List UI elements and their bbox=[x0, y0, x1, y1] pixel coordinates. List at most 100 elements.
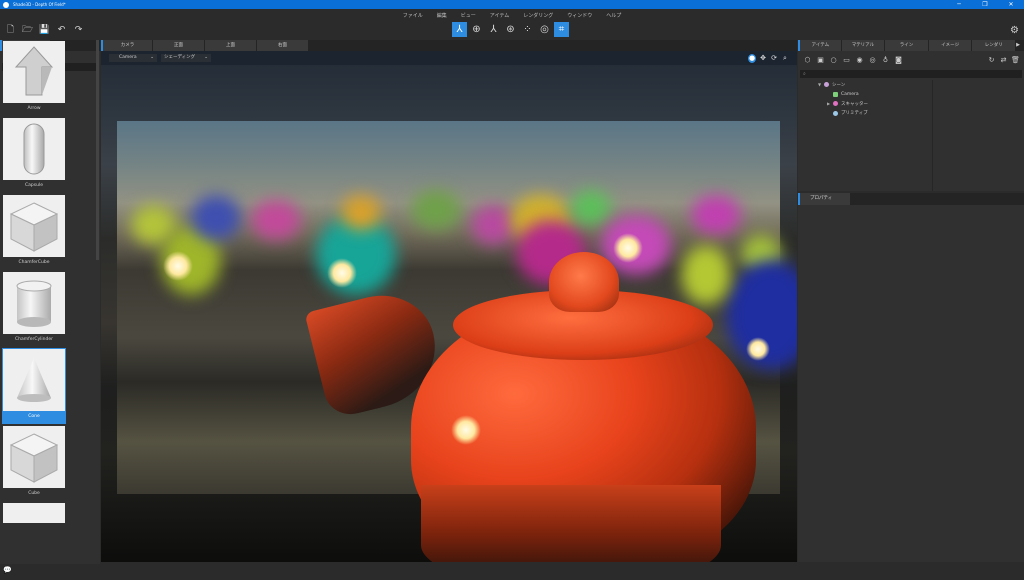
maximize-button[interactable]: ❐ bbox=[972, 0, 998, 9]
add-bulb-icon[interactable]: ♁ bbox=[881, 56, 890, 64]
asset-list: Arrow Capsule ChamferCube ChamferCylinde… bbox=[2, 41, 66, 580]
object-tool-icon[interactable]: ⁘ bbox=[520, 22, 535, 37]
new-file-icon[interactable]: 🗋 bbox=[5, 24, 16, 35]
render-toggle-icon[interactable]: ● bbox=[748, 54, 756, 63]
close-button[interactable]: ✕ bbox=[998, 0, 1024, 9]
main-toolbar: 🗋 🗁 💾 ↶ ↷ ⅄ ⊕ ⅄ ⊛ ⁘ ◎ ⌗ ⚙ bbox=[0, 21, 1024, 40]
add-shape-icon[interactable]: ◎ bbox=[868, 56, 877, 64]
primitive-icon bbox=[833, 110, 838, 116]
light-highlight bbox=[327, 258, 357, 288]
asset-thumbnail bbox=[3, 503, 65, 523]
asset-arrow[interactable]: Arrow bbox=[2, 41, 66, 118]
tab-top[interactable]: 上面 bbox=[205, 40, 256, 51]
asset-label: Capsule bbox=[25, 183, 43, 188]
camera-icon bbox=[833, 91, 838, 97]
tree-item-label: プリミティブ bbox=[841, 111, 868, 117]
tab-right[interactable]: 右面 bbox=[257, 40, 308, 51]
tab-rendering[interactable]: レンダリ bbox=[972, 40, 1016, 51]
bokeh-blob bbox=[691, 195, 741, 235]
properties-tab-bar: プロパティ bbox=[798, 193, 1024, 205]
tree-item-scene[interactable]: ▼ シーン bbox=[798, 80, 932, 90]
camera-dropdown-label: Camera bbox=[119, 55, 137, 60]
tree-item-camera[interactable]: Camera bbox=[798, 90, 932, 100]
item-browser: ⬡ ▣ ○ ▭ ◉ ◎ ♁ ◙ ↻ ⇄ 🗑 ⌕ ▼ シーン Camera ▶ ス… bbox=[798, 51, 1024, 191]
tree-item-label: スキャッター bbox=[841, 101, 868, 107]
asset-thumbnail bbox=[3, 272, 65, 334]
menu-item[interactable]: アイテム bbox=[490, 12, 510, 19]
item-search-input[interactable]: ⌕ bbox=[800, 70, 1022, 78]
shading-dropdown[interactable]: シェーディング ⌄ bbox=[161, 54, 211, 62]
menu-rendering[interactable]: レンダリング bbox=[523, 12, 553, 19]
tab-scroll-right-icon[interactable]: ▶ bbox=[1016, 40, 1024, 51]
asset-capsule[interactable]: Capsule bbox=[2, 118, 66, 195]
tree-item-label: Camera bbox=[841, 91, 859, 97]
add-camera-icon[interactable]: ◙ bbox=[894, 56, 903, 64]
tab-item[interactable]: アイテム bbox=[798, 40, 841, 51]
viewport-toolbar: Camera ⌄ シェーディング ⌄ ● ✥ ⟳ ⌕ bbox=[101, 51, 797, 65]
tab-line[interactable]: ライン bbox=[885, 40, 928, 51]
viewport-tabs: カメラ 正面 上面 右面 bbox=[101, 40, 797, 51]
refresh-icon[interactable]: ↻ bbox=[987, 56, 996, 64]
light-highlight bbox=[163, 251, 193, 281]
add-folder-icon[interactable]: ▭ bbox=[842, 56, 851, 64]
orbit-icon[interactable]: ⟳ bbox=[770, 54, 778, 63]
bokeh-blob bbox=[571, 190, 611, 225]
light-highlight bbox=[613, 233, 643, 263]
render-region-icon[interactable]: ◎ bbox=[537, 22, 552, 37]
add-light-icon[interactable]: ◉ bbox=[855, 56, 864, 64]
scene-tree: ▼ シーン Camera ▶ スキャッター プリミティブ bbox=[798, 80, 933, 191]
redo-icon[interactable]: ↷ bbox=[73, 24, 84, 35]
asset-thumbnail bbox=[3, 41, 65, 103]
scene-tool-icon[interactable]: ⊛ bbox=[503, 22, 518, 37]
teapot-knob bbox=[549, 252, 619, 312]
tree-item-scatter[interactable]: ▶ スキャッター bbox=[798, 99, 932, 109]
bokeh-blob bbox=[191, 195, 241, 240]
app-logo-icon bbox=[3, 1, 9, 8]
menu-help[interactable]: ヘルプ bbox=[606, 12, 621, 19]
asset-label: Cone bbox=[2, 411, 66, 424]
minimize-button[interactable]: ─ bbox=[946, 0, 972, 9]
tab-camera[interactable]: カメラ bbox=[101, 40, 152, 51]
camera-dropdown[interactable]: Camera ⌄ bbox=[109, 54, 157, 62]
tab-material[interactable]: マテリアル bbox=[841, 40, 885, 51]
asset-scrollbar[interactable] bbox=[96, 40, 99, 260]
asset-cone[interactable]: Cone bbox=[2, 348, 66, 426]
menu-view[interactable]: ビュー bbox=[461, 12, 476, 19]
bokeh-blob bbox=[681, 245, 731, 305]
scatter-icon bbox=[833, 101, 838, 107]
tree-item-primitive[interactable]: プリミティブ bbox=[798, 109, 932, 119]
tab-properties[interactable]: プロパティ bbox=[798, 193, 850, 205]
add-part-icon[interactable]: ⬡ bbox=[803, 56, 812, 64]
tree-item-label: シーン bbox=[832, 82, 846, 88]
add-sphere-icon[interactable]: ○ bbox=[829, 56, 838, 64]
menu-bar: ファイル 編集 ビュー アイテム レンダリング ウィンドウ ヘルプ bbox=[0, 9, 1024, 21]
menu-window[interactable]: ウィンドウ bbox=[567, 12, 592, 19]
render-viewport[interactable] bbox=[101, 65, 797, 562]
tab-front[interactable]: 正面 bbox=[153, 40, 204, 51]
grid-icon[interactable]: ⌗ bbox=[554, 22, 569, 37]
asset-cube[interactable]: Cube bbox=[2, 426, 66, 503]
asset-label: Arrow bbox=[27, 106, 41, 111]
trash-icon[interactable]: 🗑 bbox=[1011, 56, 1020, 64]
open-folder-icon[interactable]: 🗁 bbox=[22, 24, 33, 35]
convert-icon[interactable]: ⇄ bbox=[999, 56, 1008, 64]
save-icon[interactable]: 💾 bbox=[39, 24, 50, 35]
menu-file[interactable]: ファイル bbox=[403, 12, 423, 19]
gear-icon[interactable]: ⚙ bbox=[1010, 25, 1019, 36]
joint-tool-icon[interactable]: ⅄ bbox=[486, 22, 501, 37]
move-tool-icon[interactable]: ⅄ bbox=[452, 22, 467, 37]
zoom-icon[interactable]: ⌕ bbox=[781, 54, 789, 63]
asset-chamfercube[interactable]: ChamferCube bbox=[2, 195, 66, 272]
asset-label: Cube bbox=[28, 491, 40, 496]
scene-icon bbox=[824, 82, 829, 88]
right-panel-tabs: アイテム マテリアル ライン イメージ レンダリ ▶ bbox=[798, 40, 1024, 51]
undo-icon[interactable]: ↶ bbox=[56, 24, 67, 35]
tab-image[interactable]: イメージ bbox=[928, 40, 972, 51]
asset-chamfercylinder[interactable]: ChamferCylinder bbox=[2, 272, 66, 349]
add-image-icon[interactable]: ▣ bbox=[816, 56, 825, 64]
rotate-tool-icon[interactable]: ⊕ bbox=[469, 22, 484, 37]
bokeh-blob bbox=[411, 190, 461, 230]
message-icon[interactable]: 💬 bbox=[3, 566, 12, 574]
pan-icon[interactable]: ✥ bbox=[759, 54, 767, 63]
menu-edit[interactable]: 編集 bbox=[437, 12, 447, 19]
